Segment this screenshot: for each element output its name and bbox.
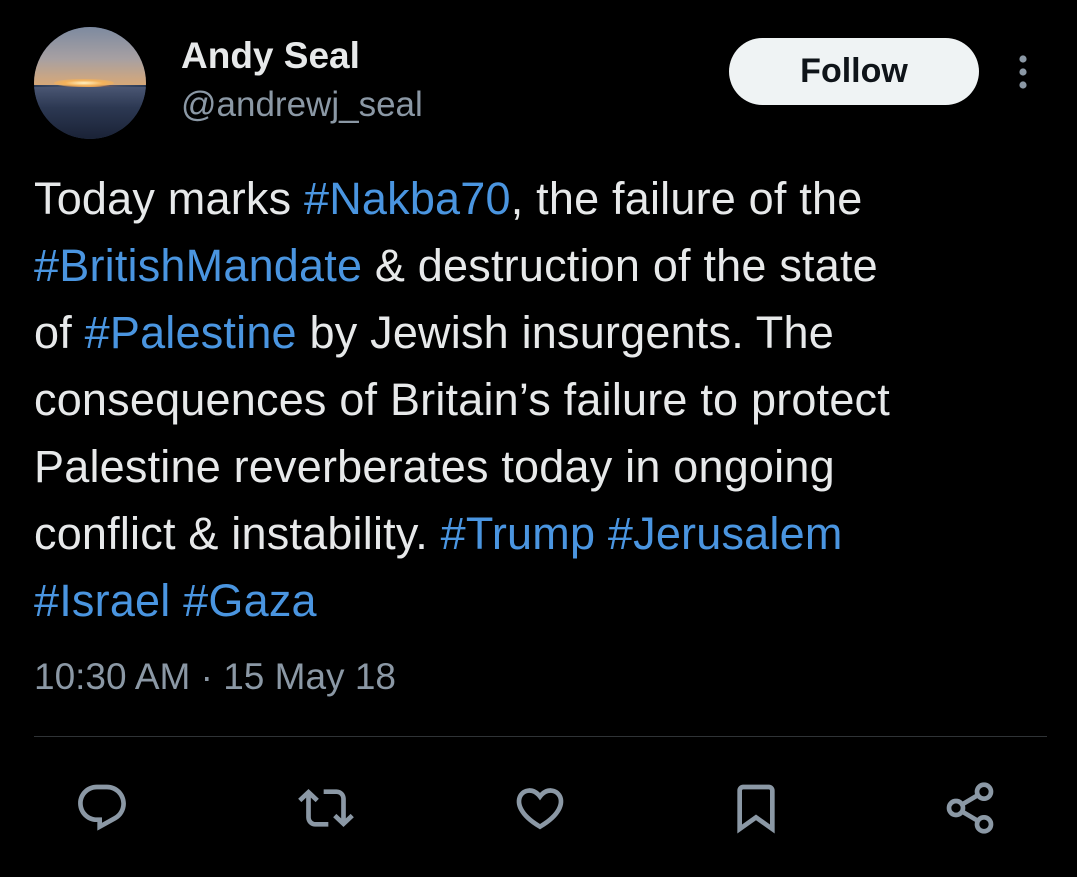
hashtag-link[interactable]: #Nakba70 (304, 173, 511, 224)
bookmark-icon[interactable] (728, 780, 784, 836)
hashtag-link[interactable]: #Trump (441, 508, 596, 559)
tweet-text-segment: Palestine reverberates today in ongoing (34, 441, 835, 492)
tweet-text-segment: , the failure of the (510, 173, 863, 224)
avatar-sea (34, 87, 146, 139)
tweet-text-segment: Today marks (34, 173, 304, 224)
tweet-text-line: of #Palestine by Jewish insurgents. The (34, 299, 1054, 366)
hashtag-link[interactable]: #BritishMandate (34, 240, 362, 291)
more-options-icon[interactable] (1008, 52, 1038, 92)
tweet-text-line: Palestine reverberates today in ongoing (34, 433, 1054, 500)
tweet: Andy Seal @andrewj_seal Follow Today mar… (0, 0, 1077, 877)
hashtag-link[interactable]: #Jerusalem (608, 508, 843, 559)
tweet-text-line: #BritishMandate & destruction of the sta… (34, 232, 1054, 299)
reply-icon[interactable] (74, 780, 130, 836)
avatar[interactable] (34, 27, 146, 139)
tweet-text-segment: & destruction of the state (362, 240, 878, 291)
tweet-text-segment: of (34, 307, 85, 358)
tweet-text-segment: by Jewish insurgents. The (296, 307, 834, 358)
tweet-text-segment (170, 575, 183, 626)
hashtag-link[interactable]: #Israel (34, 575, 170, 626)
like-icon[interactable] (512, 780, 568, 836)
tweet-timestamp[interactable]: 10:30 AM · 15 May 18 (34, 655, 396, 699)
retweet-icon[interactable] (298, 780, 354, 836)
tweet-text-line: #Israel #Gaza (34, 567, 1054, 634)
tweet-text-line: consequences of Britain’s failure to pro… (34, 366, 1054, 433)
hashtag-link[interactable]: #Palestine (85, 307, 297, 358)
tweet-text: Today marks #Nakba70, the failure of the… (34, 165, 1054, 634)
tweet-text-segment: conflict & instability. (34, 508, 441, 559)
user-handle[interactable]: @andrewj_seal (181, 84, 423, 126)
share-icon[interactable] (942, 780, 998, 836)
avatar-sun (54, 79, 114, 87)
tweet-text-segment: consequences of Britain’s failure to pro… (34, 374, 890, 425)
user-name[interactable]: Andy Seal (181, 34, 360, 78)
tweet-text-line: conflict & instability. #Trump #Jerusale… (34, 500, 1054, 567)
tweet-text-segment (595, 508, 608, 559)
hashtag-link[interactable]: #Gaza (183, 575, 317, 626)
avatar-sky (34, 27, 146, 85)
follow-button[interactable]: Follow (729, 38, 979, 105)
tweet-text-line: Today marks #Nakba70, the failure of the (34, 165, 1054, 232)
divider (34, 736, 1047, 737)
